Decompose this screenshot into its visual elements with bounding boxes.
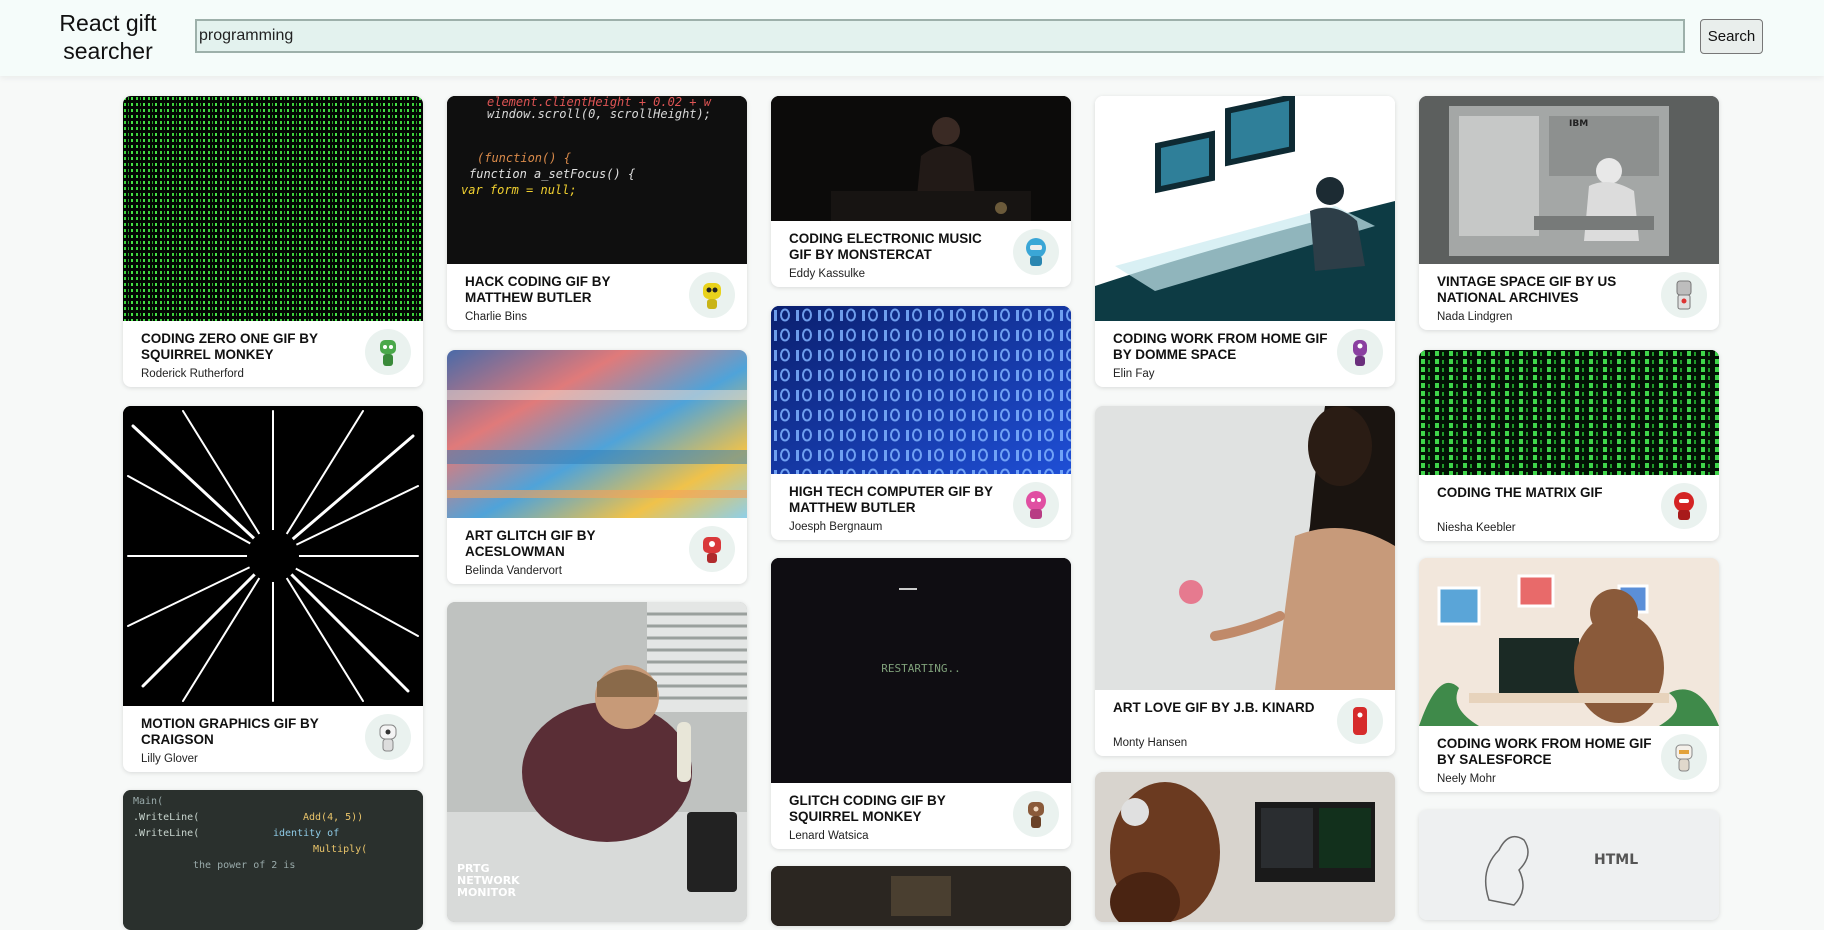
app-title: React gift searcher <box>59 10 157 64</box>
code-line: window.scroll(0, scrollHeight); <box>487 107 711 121</box>
code-line: Main( <box>133 796 163 807</box>
gif-card[interactable]: ART GLITCH GIF BY ACESLOWMAN Belinda Van… <box>447 350 747 584</box>
gif-card[interactable]: PRTG NETWORK MONITOR <box>447 602 747 922</box>
gif-image-coding-matrix[interactable] <box>1419 350 1719 475</box>
red-robot-icon <box>1661 483 1707 529</box>
purple-robot-icon <box>1337 329 1383 375</box>
gif-image-horse-programmer[interactable] <box>1095 772 1395 922</box>
gif-card[interactable]: HTML <box>1419 810 1719 920</box>
gif-author: Neely Mohr <box>1437 773 1496 785</box>
gif-image-frustrated-programmer[interactable]: PRTG NETWORK MONITOR <box>447 602 747 922</box>
code-line: .WriteLine( <box>133 812 199 823</box>
gif-card[interactable]: CODING THE MATRIX GIF Niesha Keebler <box>1419 350 1719 541</box>
gif-author: Nada Lindgren <box>1437 311 1513 323</box>
gif-image-high-tech-computer[interactable] <box>771 306 1071 474</box>
gif-card[interactable]: CODING ELECTRONIC MUSIC GIF BY MONSTERCA… <box>771 96 1071 287</box>
gif-author: Niesha Keebler <box>1437 522 1516 534</box>
gif-card[interactable]: HIGH TECH COMPUTER GIF BY MATTHEW BUTLER… <box>771 306 1071 540</box>
ibm-label: IBM <box>1569 119 1588 129</box>
gif-title: MOTION GRAPHICS GIF BY CRAIGSON <box>141 716 319 747</box>
red-robot-icon <box>689 526 735 572</box>
gif-image-vintage-space[interactable]: IBM <box>1419 96 1719 264</box>
gif-title: GLITCH CODING GIF BY SQUIRREL MONKEY <box>789 793 946 824</box>
gif-card[interactable]: RESTARTING.. GLITCH CODING GIF BY SQUIRR… <box>771 558 1071 849</box>
gif-image-motion-graphics[interactable] <box>123 406 423 706</box>
restarting-text: RESTARTING.. <box>881 662 960 675</box>
gif-title: CODING WORK FROM HOME GIF BY SALESFORCE <box>1437 736 1652 767</box>
gif-image-art-love[interactable] <box>1095 406 1395 690</box>
gif-card[interactable]: CODING WORK FROM HOME GIF BY SALESFORCE … <box>1419 558 1719 792</box>
gif-image-glitch-restarting[interactable]: RESTARTING.. <box>771 558 1071 783</box>
gif-author: Monty Hansen <box>1113 737 1188 749</box>
gif-card[interactable] <box>771 866 1071 926</box>
gif-title: ART LOVE GIF BY J.B. KINARD <box>1113 700 1315 715</box>
gif-author: Charlie Bins <box>465 311 527 323</box>
gif-author: Eddy Kassulke <box>789 268 866 280</box>
gif-title: ART GLITCH GIF BY ACESLOWMAN <box>465 528 596 559</box>
gif-author: Roderick Rutherford <box>141 368 244 380</box>
white-robot-icon <box>365 714 411 760</box>
gif-card[interactable]: CODING WORK FROM HOME GIF BY DOMME SPACE… <box>1095 96 1395 387</box>
gif-title: HIGH TECH COMPUTER GIF BY MATTHEW BUTLER <box>789 484 993 515</box>
gif-title: CODING ELECTRONIC MUSIC GIF BY MONSTERCA… <box>789 231 982 262</box>
yellow-robot-icon <box>689 272 735 318</box>
gif-image-code-editor[interactable]: Main( .WriteLine( .WriteLine( Add(4, 5))… <box>123 790 423 930</box>
gif-image-coding-electronic-music[interactable] <box>771 96 1071 221</box>
blue-robot-icon <box>1013 229 1059 275</box>
white-robot-icon <box>1661 734 1707 780</box>
gif-author: Joesph Bergnaum <box>789 521 883 533</box>
html-label: HTML <box>1594 852 1638 868</box>
grey-robot-icon <box>1661 272 1707 318</box>
pink-robot-icon <box>1013 482 1059 528</box>
gif-card[interactable]: element.clientHeight + 0.02 + w window.s… <box>447 96 747 330</box>
gif-title: CODING THE MATRIX GIF <box>1437 485 1603 500</box>
code-line: var form = null; <box>461 183 577 197</box>
code-line: identity of <box>273 828 339 839</box>
gif-image-work-from-home[interactable] <box>1095 96 1395 321</box>
gif-title: VINTAGE SPACE GIF BY US NATIONAL ARCHIVE… <box>1437 274 1617 305</box>
code-line: the power of 2 is <box>193 860 295 871</box>
gif-author: Lenard Watsica <box>789 830 869 842</box>
code-line: Add(4, 5)) <box>303 812 363 823</box>
gif-image-partial[interactable] <box>771 866 1071 926</box>
watermark-line: MONITOR <box>457 886 516 899</box>
gif-card[interactable] <box>1095 772 1395 922</box>
top-bar: React gift searcher Search <box>0 0 1824 76</box>
red-robot-icon <box>1337 698 1383 744</box>
gif-card[interactable]: IBM VINTAGE SPACE GIF BY US NATIONAL ARC… <box>1419 96 1719 330</box>
green-robot-icon <box>365 329 411 375</box>
gif-title: CODING ZERO ONE GIF BY SQUIRREL MONKEY <box>141 331 318 362</box>
gif-image-salesforce-bear[interactable] <box>1419 558 1719 726</box>
code-line: .WriteLine( <box>133 828 199 839</box>
code-line: function a_setFocus() { <box>469 167 635 181</box>
gif-image-html-dino[interactable]: HTML <box>1419 810 1719 920</box>
gif-card[interactable]: MOTION GRAPHICS GIF BY CRAIGSON Lilly Gl… <box>123 406 423 772</box>
gif-author: Belinda Vandervort <box>465 565 562 577</box>
gif-image-coding-zero-one[interactable] <box>123 96 423 321</box>
brown-robot-icon <box>1013 791 1059 837</box>
search-input[interactable] <box>195 19 1685 53</box>
gif-image-hack-coding[interactable]: element.clientHeight + 0.02 + w window.s… <box>447 96 747 264</box>
gif-image-art-glitch[interactable] <box>447 350 747 518</box>
code-line: (function() { <box>477 151 571 165</box>
gif-author: Elin Fay <box>1113 368 1155 380</box>
gif-title: CODING WORK FROM HOME GIF BY DOMME SPACE <box>1113 331 1328 362</box>
gif-card[interactable]: Main( .WriteLine( .WriteLine( Add(4, 5))… <box>123 790 423 930</box>
code-line: Multiply( <box>313 844 367 855</box>
gif-title: HACK CODING GIF BY MATTHEW BUTLER <box>465 274 611 305</box>
gif-card[interactable]: CODING ZERO ONE GIF BY SQUIRREL MONKEY R… <box>123 96 423 387</box>
search-button[interactable]: Search <box>1700 19 1763 54</box>
gif-author: Lilly Glover <box>141 753 198 765</box>
gif-card[interactable]: ART LOVE GIF BY J.B. KINARD Monty Hansen <box>1095 406 1395 756</box>
